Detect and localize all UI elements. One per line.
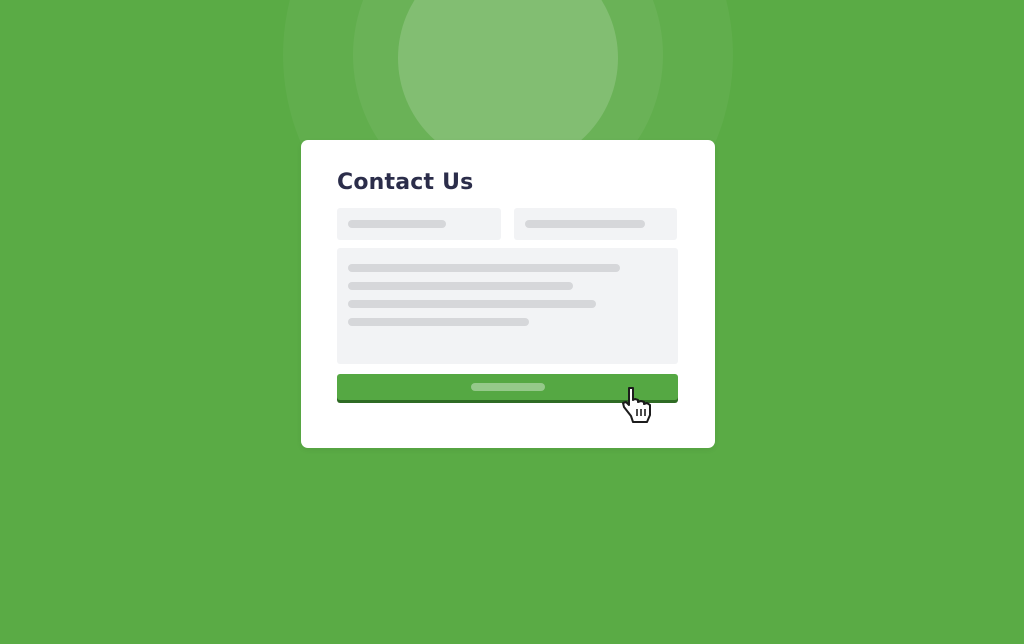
- name-placeholder-bar: [348, 220, 446, 228]
- email-placeholder-bar: [525, 220, 645, 228]
- email-field[interactable]: [514, 208, 677, 240]
- message-field[interactable]: [337, 248, 678, 364]
- name-field[interactable]: [337, 208, 501, 240]
- message-placeholder-line: [348, 300, 596, 308]
- message-placeholder-line: [348, 282, 573, 290]
- message-placeholder-line: [348, 318, 529, 326]
- submit-label-placeholder-bar: [471, 383, 545, 391]
- form-title: Contact Us: [337, 170, 474, 195]
- hand-pointer-icon: [622, 387, 651, 423]
- message-placeholder-line: [348, 264, 620, 272]
